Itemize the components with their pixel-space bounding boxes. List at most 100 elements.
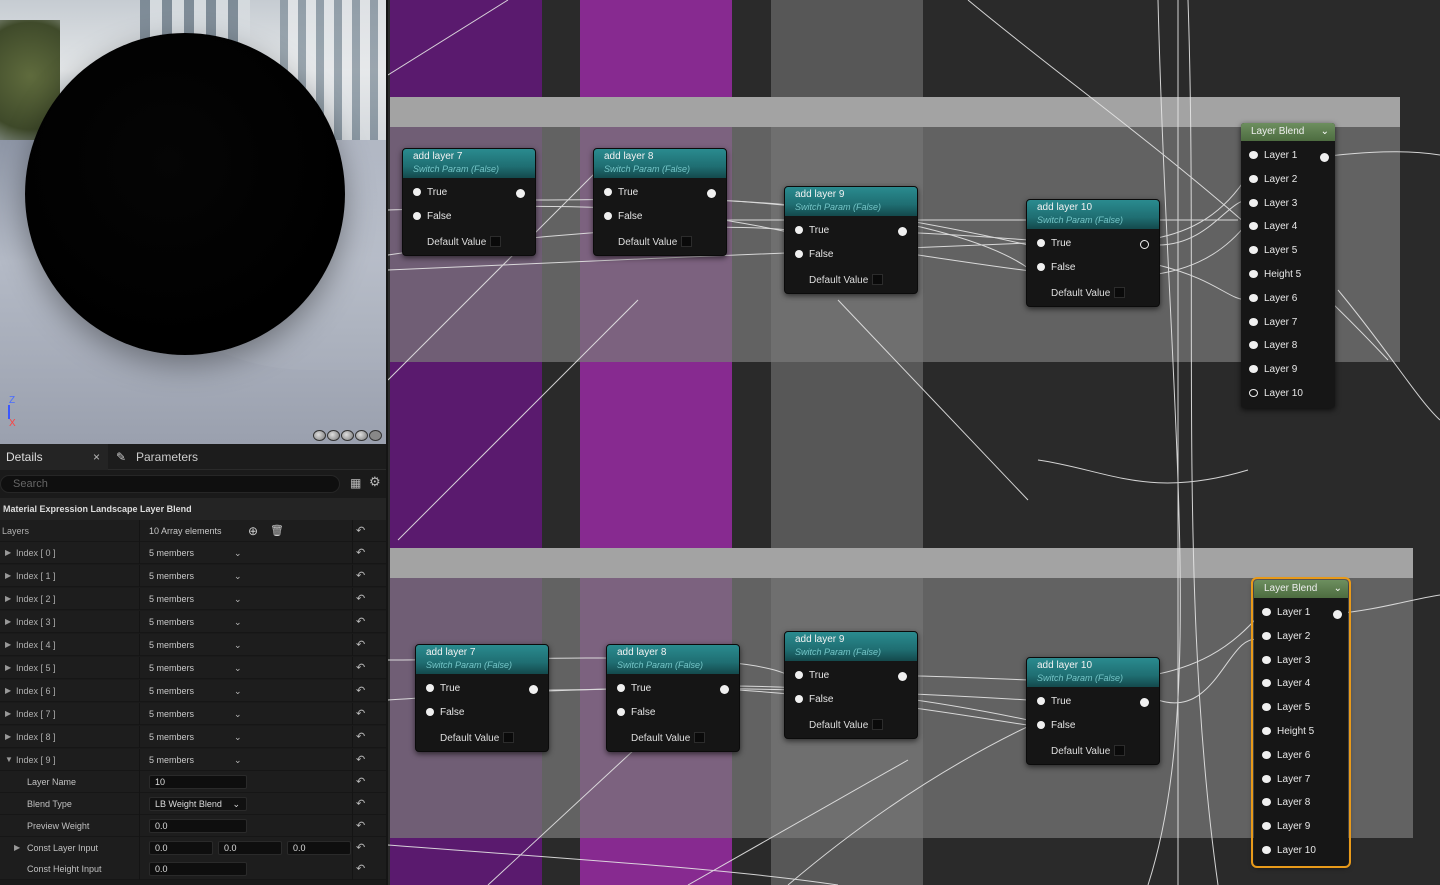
pin-dot[interactable] (1262, 846, 1271, 854)
layer-blend-pin[interactable]: Layer 6 (1249, 293, 1297, 304)
default-value-checkbox[interactable] (694, 732, 706, 743)
cube-preview-icon[interactable] (355, 430, 368, 441)
delete-all-icon[interactable]: 🗑 (270, 520, 284, 542)
chevron-down-icon[interactable]: ⌄ (234, 634, 242, 656)
index-row[interactable]: ▶ Index [ 7 ] 5 members ⌄ ↶ (0, 703, 386, 725)
reset-icon[interactable]: ↶ (356, 611, 365, 633)
pin-dot[interactable] (1262, 750, 1271, 759)
index-row[interactable]: ▶ Index [ 3 ] 5 members ⌄ ↶ (0, 611, 386, 633)
layer-blend-pin[interactable]: Layer 2 (1262, 631, 1310, 642)
chevron-down-icon[interactable]: ⌄ (234, 749, 242, 771)
pin-true[interactable]: True (1037, 696, 1071, 707)
pin-true[interactable]: True (1037, 238, 1071, 249)
expand-arrow-icon[interactable]: ▶ (5, 611, 11, 633)
switch-node-top-add-layer-7[interactable]: add layer 7 Switch Param (False) True Fal… (402, 148, 536, 256)
switch-node-top-add-layer-9[interactable]: add layer 9 Switch Param (False) True Fal… (784, 186, 918, 294)
expand-arrow-icon[interactable]: ▶ (5, 680, 11, 702)
expand-arrow-icon[interactable]: ▶ (5, 703, 11, 725)
custom-preview-icon[interactable] (369, 430, 382, 441)
tab-parameters[interactable]: ✎ Parameters (116, 444, 198, 470)
chevron-down-icon[interactable]: ⌄ (234, 588, 242, 610)
layer-blend-pin[interactable]: Layer 7 (1262, 774, 1310, 785)
default-value[interactable]: Default Value (809, 274, 884, 286)
output-pin[interactable] (898, 227, 907, 236)
pin-true[interactable]: True (413, 187, 447, 198)
reset-icon[interactable]: ↶ (356, 726, 365, 748)
preview-weight-field[interactable]: 0.0 (149, 819, 247, 833)
reset-icon[interactable]: ↶ (356, 749, 365, 771)
layer-blend-pin[interactable]: Height 5 (1262, 726, 1314, 737)
expand-arrow-icon[interactable]: ▶ (5, 634, 11, 656)
table-view-icon[interactable]: ▦ (350, 476, 361, 490)
pin-false[interactable]: False (795, 694, 833, 705)
reset-icon[interactable]: ↶ (356, 565, 365, 587)
layer-blend-pin[interactable]: Height 5 (1249, 269, 1301, 280)
default-value[interactable]: Default Value (427, 236, 502, 248)
layer-blend-pin[interactable]: Layer 2 (1249, 174, 1297, 185)
pin-false[interactable]: False (1037, 262, 1075, 273)
cylinder-preview-icon[interactable] (313, 430, 326, 441)
layer-blend-pin[interactable]: Layer 7 (1249, 317, 1297, 328)
output-pin[interactable] (529, 685, 538, 694)
chevron-down-icon[interactable]: ⌄ (234, 611, 242, 633)
reset-icon[interactable]: ↶ (356, 680, 365, 702)
default-value[interactable]: Default Value (809, 719, 884, 731)
pin-dot[interactable] (1262, 727, 1271, 735)
pin-dot[interactable] (1249, 341, 1258, 350)
layer-blend-pin[interactable]: Layer 8 (1249, 340, 1297, 351)
chevron-down-icon[interactable]: ⌄ (234, 726, 242, 748)
reset-icon[interactable]: ↶ (356, 837, 365, 859)
layer-blend-pin[interactable]: Layer 4 (1249, 221, 1297, 232)
blend-type-dropdown[interactable]: LB Weight Blend ⌄ (149, 797, 247, 811)
layer-blend-output-pin[interactable] (1333, 610, 1342, 619)
output-pin[interactable] (707, 189, 716, 198)
switch-node-top-add-layer-10[interactable]: add layer 10 Switch Param (False) True Fa… (1026, 199, 1160, 307)
layer-blend-output-pin[interactable] (1320, 153, 1329, 162)
layer-blend-pin[interactable]: Layer 1 (1262, 607, 1310, 618)
search-input[interactable]: Search (0, 475, 340, 493)
reset-icon[interactable]: ↶ (356, 815, 365, 837)
sphere-preview-icon[interactable] (327, 430, 340, 441)
pin-dot[interactable] (1249, 389, 1258, 397)
pin-true[interactable]: True (617, 683, 651, 694)
const-layer-input-z[interactable]: 0.0 (287, 841, 351, 855)
const-layer-input-x[interactable]: 0.0 (149, 841, 213, 855)
reset-icon[interactable]: ↶ (356, 542, 365, 564)
expand-arrow-icon[interactable]: ▶ (14, 837, 20, 859)
output-pin[interactable] (1140, 698, 1149, 707)
chevron-down-icon[interactable]: ⌄ (234, 565, 242, 587)
close-icon[interactable]: × (93, 444, 100, 470)
pin-dot[interactable] (1249, 174, 1258, 183)
default-value[interactable]: Default Value (1051, 745, 1126, 757)
index-row[interactable]: ▶ Index [ 1 ] 5 members ⌄ ↶ (0, 565, 386, 587)
index-row[interactable]: ▶ Index [ 6 ] 5 members ⌄ ↶ (0, 680, 386, 702)
pin-dot[interactable] (1249, 293, 1258, 302)
pin-dot[interactable] (1262, 631, 1271, 640)
reset-icon[interactable]: ↶ (356, 858, 365, 880)
default-value-checkbox[interactable] (681, 236, 693, 247)
index-row[interactable]: ▶ Index [ 4 ] 5 members ⌄ ↶ (0, 634, 386, 656)
expand-arrow-icon[interactable]: ▶ (5, 542, 11, 564)
tab-details[interactable]: Details (0, 444, 108, 470)
chevron-down-icon[interactable]: ⌄ (234, 542, 242, 564)
reset-icon[interactable]: ↶ (356, 657, 365, 679)
expand-arrow-icon[interactable]: ▼ (5, 749, 13, 771)
index-row[interactable]: ▶ Index [ 0 ] 5 members ⌄ ↶ (0, 542, 386, 564)
layer-blend-node-top[interactable]: Layer Blend ⌄ Layer 1 Layer 2 Layer 3 Layer… (1241, 123, 1335, 408)
switch-node-top-add-layer-8[interactable]: add layer 8 Switch Param (False) True Fal… (593, 148, 727, 256)
default-value[interactable]: Default Value (618, 236, 693, 248)
pin-true[interactable]: True (604, 187, 638, 198)
pin-false[interactable]: False (604, 211, 642, 222)
default-value-checkbox[interactable] (1114, 745, 1126, 756)
pin-dot[interactable] (1262, 798, 1271, 807)
layer-blend-pin[interactable]: Layer 3 (1249, 198, 1297, 209)
pin-true[interactable]: True (795, 670, 829, 681)
layer-blend-pin[interactable]: Layer 4 (1262, 678, 1310, 689)
expand-arrow-icon[interactable]: ▶ (5, 657, 11, 679)
layer-blend-pin[interactable]: Layer 10 (1262, 845, 1316, 856)
plane-preview-icon[interactable] (341, 430, 354, 441)
gear-icon[interactable]: ⚙ (369, 474, 381, 490)
pin-false[interactable]: False (1037, 720, 1075, 731)
index-row[interactable]: ▶ Index [ 2 ] 5 members ⌄ ↶ (0, 588, 386, 610)
switch-node-bottom-add-layer-8[interactable]: add layer 8 Switch Param (False) True Fal… (606, 644, 740, 752)
